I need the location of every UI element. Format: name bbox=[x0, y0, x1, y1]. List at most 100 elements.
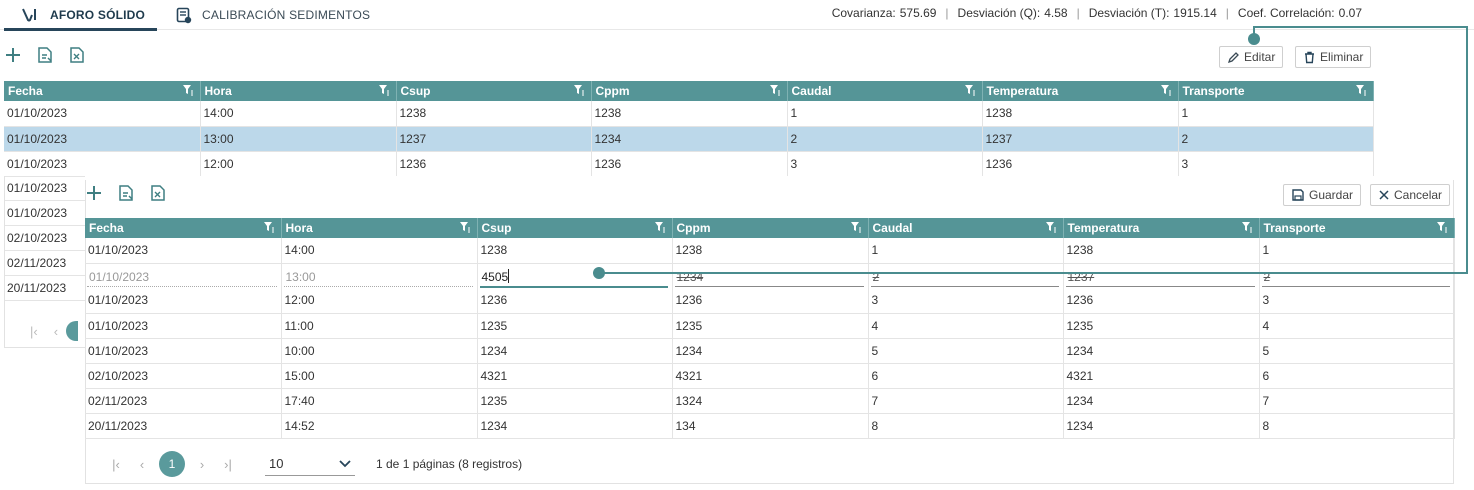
prev-page-icon[interactable]: ‹ bbox=[54, 324, 58, 339]
tab-aforo-solido[interactable]: AFORO SÓLIDO bbox=[4, 0, 157, 31]
table-row[interactable]: 02/11/2023 17:40 1235 1324 7 1234 7 bbox=[85, 388, 1455, 414]
table-cell: 1 bbox=[1259, 238, 1455, 264]
table-row[interactable]: 01/10/2023 12:00 1236 1236 3 1236 3 bbox=[4, 151, 1374, 177]
column-header[interactable]: Transporte bbox=[1259, 218, 1455, 238]
column-header[interactable]: Fecha bbox=[85, 218, 282, 238]
edit-row[interactable]: 01/10/2023 13:00 4505 1234 2 1237 2 bbox=[85, 263, 1455, 288]
filter-icon[interactable] bbox=[1241, 221, 1253, 236]
filter-icon[interactable] bbox=[573, 84, 585, 99]
column-header[interactable]: Csup bbox=[477, 218, 673, 238]
filter-icon[interactable] bbox=[1436, 221, 1448, 236]
table-cell: 1324 bbox=[672, 388, 869, 414]
filter-icon[interactable] bbox=[459, 221, 471, 236]
column-header[interactable]: Caudal bbox=[868, 218, 1064, 238]
filter-icon[interactable] bbox=[769, 84, 781, 99]
table-cell: 1237 bbox=[396, 126, 592, 152]
hora-cell: 13:00 bbox=[281, 263, 478, 288]
column-header-label: Temperatura bbox=[986, 84, 1059, 98]
table-row[interactable]: 01/10/2023 14:00 1238 1238 1 1238 1 bbox=[4, 101, 1374, 127]
page-button-current[interactable]: 1 bbox=[159, 451, 185, 477]
grid1-toolbar bbox=[4, 46, 100, 64]
close-icon bbox=[1379, 190, 1389, 200]
filter-icon[interactable] bbox=[654, 221, 666, 236]
filter-icon[interactable] bbox=[263, 221, 275, 236]
save-button[interactable]: Guardar bbox=[1283, 184, 1362, 206]
table-cell: 5 bbox=[1259, 338, 1455, 364]
text-cursor bbox=[507, 268, 509, 283]
grid1-table: Fecha Hora Csup Cppm Caudal Temperatura Transp… bbox=[4, 81, 1374, 177]
column-header-label: Cppm bbox=[676, 221, 711, 235]
column-header[interactable]: Cppm bbox=[591, 81, 788, 101]
column-header-label: Csup bbox=[400, 84, 431, 98]
column-header[interactable]: Hora bbox=[200, 81, 397, 101]
table-row[interactable]: 01/10/2023 13:00 1237 1234 2 1237 2 bbox=[4, 126, 1374, 152]
table-cell: 4321 bbox=[672, 363, 869, 389]
desviacion-q-label: Desviación (Q): bbox=[957, 6, 1041, 20]
transporte-input[interactable]: 2 bbox=[1259, 263, 1455, 288]
prev-page-icon[interactable]: ‹ bbox=[129, 457, 155, 472]
table-cell: 13:00 bbox=[200, 126, 397, 152]
caudal-input[interactable]: 2 bbox=[868, 263, 1064, 288]
add-icon[interactable] bbox=[4, 46, 22, 64]
export-pdf-icon[interactable] bbox=[36, 46, 54, 64]
grid2-table: Fecha Hora Csup Cppm Caudal Temperatura Transp… bbox=[85, 218, 1455, 439]
first-page-icon[interactable]: |‹ bbox=[30, 324, 38, 339]
table-cell: 14:00 bbox=[200, 101, 397, 127]
column-header[interactable]: Transporte bbox=[1178, 81, 1374, 101]
next-page-icon[interactable]: › bbox=[189, 457, 215, 472]
grid1-header-row: Fecha Hora Csup Cppm Caudal Temperatura Transp… bbox=[4, 81, 1374, 101]
filter-icon[interactable] bbox=[182, 84, 194, 99]
column-header[interactable]: Hora bbox=[281, 218, 478, 238]
table-cell: 1234 bbox=[1063, 413, 1260, 439]
filter-icon[interactable] bbox=[378, 84, 390, 99]
filter-icon[interactable] bbox=[850, 221, 862, 236]
underline bbox=[1261, 286, 1450, 287]
cancel-button-label: Cancelar bbox=[1394, 188, 1443, 202]
column-header[interactable]: Caudal bbox=[787, 81, 983, 101]
table-row[interactable]: 01/10/2023 14:00 1238 1238 1 1238 1 bbox=[85, 238, 1455, 264]
column-header[interactable]: Cppm bbox=[672, 218, 869, 238]
column-header[interactable]: Csup bbox=[396, 81, 592, 101]
table-cell: 1236 bbox=[1063, 288, 1260, 314]
edit-button[interactable]: Editar bbox=[1219, 46, 1284, 68]
column-header-label: Fecha bbox=[8, 84, 43, 98]
last-page-icon[interactable]: ›| bbox=[215, 457, 241, 472]
trash-icon bbox=[1305, 51, 1314, 63]
table-cell: 10:00 bbox=[281, 338, 478, 364]
table-cell: 1234 bbox=[591, 126, 788, 152]
temperatura-input[interactable]: 1237 bbox=[1063, 263, 1260, 288]
first-page-icon[interactable]: |‹ bbox=[103, 457, 129, 472]
table-row[interactable]: 01/10/2023 11:00 1235 1235 4 1235 4 bbox=[85, 313, 1455, 339]
filter-icon[interactable] bbox=[1045, 221, 1057, 236]
add-icon[interactable] bbox=[85, 184, 103, 202]
table-row[interactable]: 20/11/2023 14:52 1234 134 8 1234 8 bbox=[85, 413, 1455, 439]
export-pdf-icon[interactable] bbox=[117, 184, 135, 202]
filter-icon[interactable] bbox=[964, 84, 976, 99]
underline bbox=[87, 286, 277, 287]
connector-line bbox=[1253, 26, 1468, 28]
table-cell: 12:00 bbox=[200, 151, 397, 177]
table-cell: 02/10/2023 bbox=[5, 226, 85, 251]
delete-button[interactable]: Eliminar bbox=[1295, 46, 1372, 68]
column-header-label: Hora bbox=[204, 84, 232, 98]
export-excel-icon[interactable] bbox=[68, 46, 86, 64]
export-excel-icon[interactable] bbox=[149, 184, 167, 202]
table-cell: 01/10/2023 bbox=[4, 151, 201, 177]
table-row[interactable]: 02/10/2023 15:00 4321 4321 6 4321 6 bbox=[85, 363, 1455, 389]
table-row[interactable]: 01/10/2023 12:00 1236 1236 3 1236 3 bbox=[85, 288, 1455, 314]
table-cell: 14:52 bbox=[281, 413, 478, 439]
column-header[interactable]: Temperatura bbox=[1063, 218, 1260, 238]
cppm-input[interactable]: 1234 bbox=[672, 263, 869, 288]
column-header[interactable]: Temperatura bbox=[982, 81, 1179, 101]
tab-calibracion-sedimentos[interactable]: CALIBRACIÓN SEDIMENTOS bbox=[176, 0, 370, 30]
table-row[interactable]: 01/10/2023 10:00 1234 1234 5 1234 5 bbox=[85, 338, 1455, 364]
cancel-button[interactable]: Cancelar bbox=[1370, 184, 1451, 206]
filter-icon[interactable] bbox=[1355, 84, 1367, 99]
column-header-label: Fecha bbox=[89, 221, 124, 235]
coef-correlacion-value: 0.07 bbox=[1338, 6, 1362, 20]
table-cell: 7 bbox=[868, 388, 1064, 414]
column-header[interactable]: Fecha bbox=[4, 81, 201, 101]
filter-icon[interactable] bbox=[1160, 84, 1172, 99]
page-size-select[interactable]: 10 bbox=[265, 452, 355, 476]
csup-input[interactable]: 4505 bbox=[477, 263, 673, 288]
